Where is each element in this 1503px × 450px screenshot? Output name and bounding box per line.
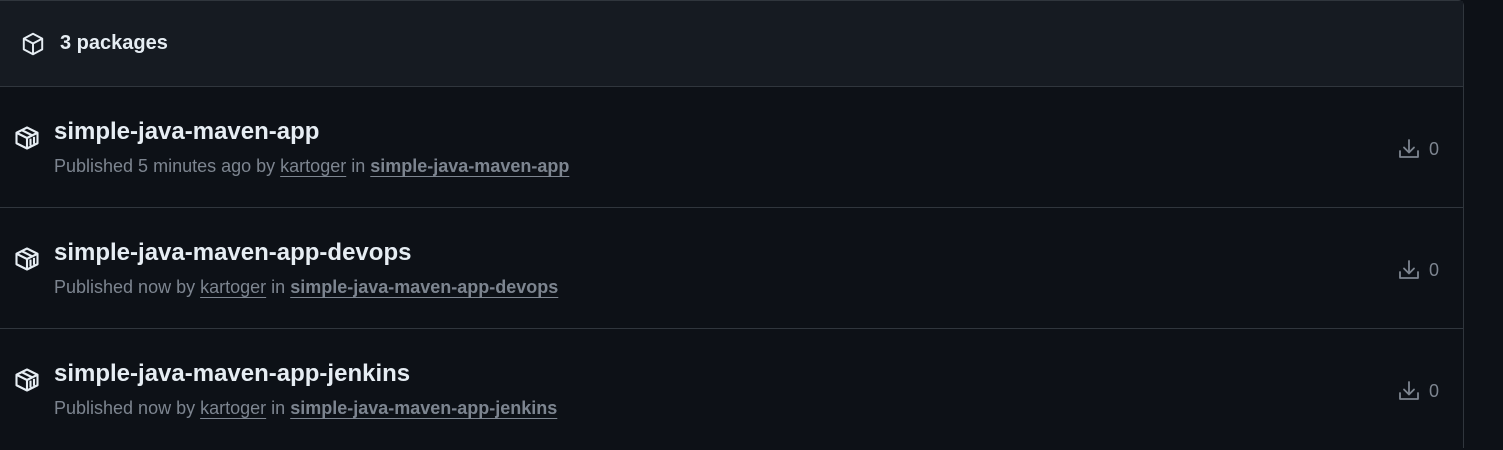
repository-link[interactable]: simple-java-maven-app-devops: [290, 277, 558, 297]
package-list: simple-java-maven-app Published 5 minute…: [0, 87, 1463, 450]
published-text: Published now by: [54, 277, 196, 297]
container-icon: [13, 245, 41, 273]
download-count: 0: [1397, 137, 1439, 161]
publisher-link[interactable]: kartoger: [200, 277, 266, 297]
package-meta: Published now by kartoger in simple-java…: [54, 277, 558, 298]
in-text: in: [271, 398, 286, 418]
publisher-link[interactable]: kartoger: [200, 398, 266, 418]
download-icon: [1397, 258, 1421, 282]
package-meta: Published now by kartoger in simple-java…: [54, 398, 557, 419]
container-icon: [13, 366, 41, 394]
package-count: 3 packages: [60, 32, 168, 54]
repository-link[interactable]: simple-java-maven-app-jenkins: [290, 398, 557, 418]
download-count-value: 0: [1428, 380, 1439, 401]
download-count-value: 0: [1428, 138, 1439, 159]
packages-box: 3 packages simple-java-maven-app Publish…: [0, 0, 1464, 448]
package-row: simple-java-maven-app-devops Published n…: [0, 208, 1463, 329]
published-text: Published 5 minutes ago by: [54, 156, 276, 176]
package-name-link[interactable]: simple-java-maven-app-jenkins: [54, 360, 410, 388]
packages-header: 3 packages: [0, 1, 1463, 87]
repository-link[interactable]: simple-java-maven-app: [370, 156, 569, 176]
download-count: 0: [1397, 379, 1439, 403]
package-row: simple-java-maven-app Published 5 minute…: [0, 87, 1463, 208]
in-text: in: [351, 156, 366, 176]
package-name-link[interactable]: simple-java-maven-app: [54, 118, 319, 146]
download-count: 0: [1397, 258, 1439, 282]
container-icon: [13, 124, 41, 152]
package-icon: [20, 31, 46, 57]
download-count-value: 0: [1428, 259, 1439, 280]
package-row: simple-java-maven-app-jenkins Published …: [0, 329, 1463, 450]
package-name-link[interactable]: simple-java-maven-app-devops: [54, 239, 411, 267]
download-icon: [1397, 379, 1421, 403]
publisher-link[interactable]: kartoger: [280, 156, 346, 176]
package-meta: Published 5 minutes ago by kartoger in s…: [54, 156, 569, 177]
published-text: Published now by: [54, 398, 196, 418]
download-icon: [1397, 137, 1421, 161]
in-text: in: [271, 277, 286, 297]
